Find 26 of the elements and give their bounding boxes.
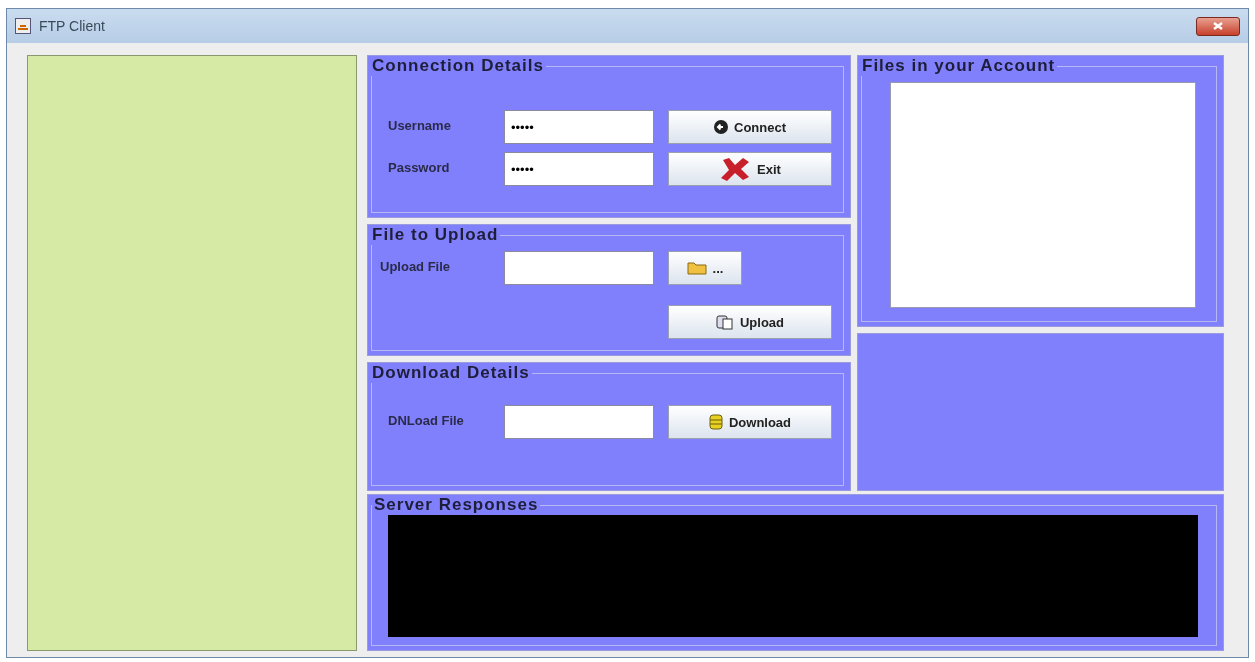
close-icon — [1212, 22, 1224, 30]
download-button[interactable]: Download — [668, 405, 832, 439]
action-button[interactable]: Connect — [668, 110, 832, 144]
action-button[interactable]: Exit — [668, 152, 832, 186]
input-field[interactable]: ••••• — [504, 152, 654, 186]
section-title: Download Details — [371, 363, 531, 383]
app-icon — [15, 18, 31, 34]
browse-button[interactable]: ... — [668, 251, 742, 285]
field-label: Password — [387, 159, 451, 175]
input-field[interactable] — [504, 251, 654, 285]
field-label: Upload File — [380, 258, 452, 274]
folder-icon — [686, 261, 707, 275]
field-label: DNLoad File — [387, 412, 465, 428]
field-label: Username — [387, 117, 452, 133]
section-title: File to Upload — [371, 225, 500, 245]
upload-button[interactable]: Upload — [668, 305, 832, 339]
section-title: Files in your Account — [861, 56, 1057, 76]
input-field[interactable]: ••••• — [504, 110, 654, 144]
close-button[interactable] — [1196, 16, 1240, 36]
cross-icon — [719, 157, 752, 181]
input-field[interactable] — [504, 405, 654, 439]
barrel-icon — [708, 414, 723, 430]
section-title: Connection Details — [371, 56, 545, 76]
document-icon — [715, 314, 734, 330]
section-title: Server Responses — [373, 495, 540, 515]
window-title: FTP Client — [39, 18, 106, 34]
